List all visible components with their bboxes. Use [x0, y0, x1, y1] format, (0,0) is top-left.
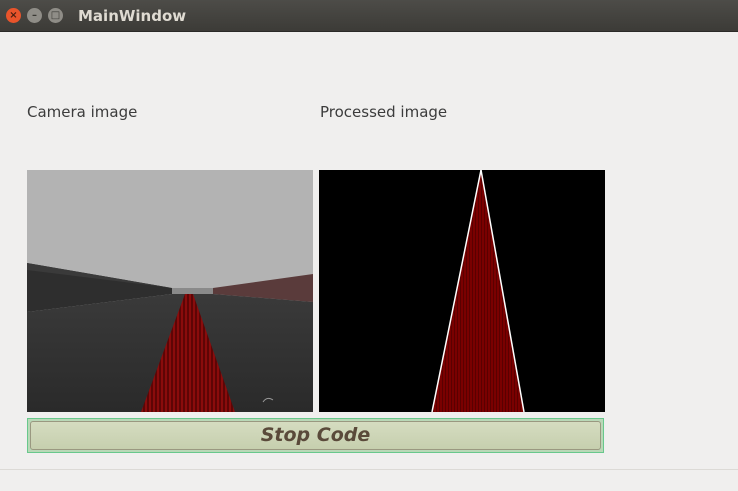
bottom-divider	[0, 469, 738, 470]
camera-scene-icon	[27, 170, 313, 412]
camera-image-label: Camera image	[27, 103, 138, 121]
maximize-icon[interactable]: □	[48, 8, 63, 23]
window-title: MainWindow	[78, 7, 187, 25]
stop-code-button[interactable]: Stop Code	[27, 418, 604, 453]
processed-image-label: Processed image	[320, 103, 448, 121]
processed-track-icon	[319, 170, 605, 412]
processed-image-view	[319, 170, 605, 412]
camera-image-view	[27, 170, 313, 412]
close-icon[interactable]: ×	[6, 8, 21, 23]
stop-code-button-label: Stop Code	[30, 421, 601, 450]
minimize-icon[interactable]: –	[27, 8, 42, 23]
window-titlebar: × – □ MainWindow	[0, 0, 738, 32]
